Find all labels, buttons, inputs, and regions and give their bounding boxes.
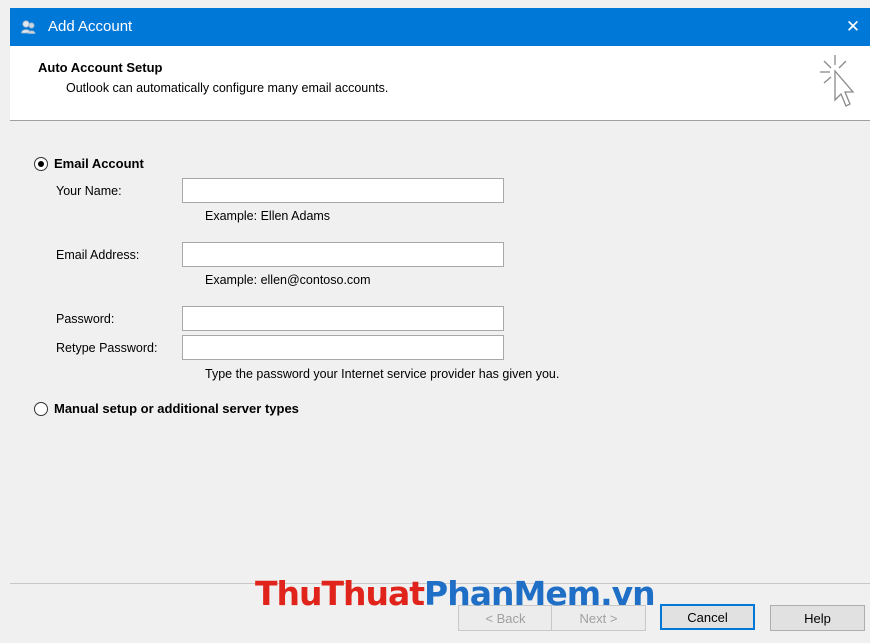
add-account-dialog: Add Account ✕ Auto Account Setup Outlook… xyxy=(0,0,870,643)
radio-selected-dot xyxy=(38,161,44,167)
auto-setup-cursor-icon xyxy=(820,55,855,107)
email-account-label[interactable]: Email Account xyxy=(54,156,144,171)
cancel-button[interactable]: Cancel xyxy=(660,604,755,630)
window-title: Add Account xyxy=(48,18,133,35)
email-address-input[interactable] xyxy=(182,242,504,267)
watermark-part2: PhanMem.vn xyxy=(424,574,656,613)
retype-password-input[interactable] xyxy=(182,335,504,360)
site-watermark: ThuThuatPhanMem.vn xyxy=(255,574,656,613)
outlook-app-icon xyxy=(21,20,36,34)
password-input[interactable] xyxy=(182,306,504,331)
your-name-input[interactable] xyxy=(182,178,504,203)
manual-setup-label[interactable]: Manual setup or additional server types xyxy=(54,401,299,416)
wizard-header: Auto Account Setup Outlook can automatic… xyxy=(10,46,870,121)
header-subtitle: Outlook can automatically configure many… xyxy=(66,81,389,95)
help-button[interactable]: Help xyxy=(770,605,865,631)
close-button[interactable]: ✕ xyxy=(836,8,870,46)
your-name-label: Your Name: xyxy=(56,184,122,198)
account-form: Email Account Your Name: Example: Ellen … xyxy=(10,121,870,583)
email-account-radio[interactable] xyxy=(34,157,48,171)
email-address-label: Email Address: xyxy=(56,248,140,262)
watermark-part1: ThuThuat xyxy=(255,574,425,613)
email-address-hint: Example: ellen@contoso.com xyxy=(205,273,371,287)
manual-setup-radio[interactable] xyxy=(34,402,48,416)
close-icon: ✕ xyxy=(845,17,861,36)
your-name-hint: Example: Ellen Adams xyxy=(205,209,331,223)
header-title: Auto Account Setup xyxy=(38,60,163,75)
password-label: Password: xyxy=(56,312,115,326)
password-hint: Type the password your Internet service … xyxy=(205,367,560,381)
title-bar: Add Account ✕ xyxy=(10,8,870,46)
retype-password-label: Retype Password: xyxy=(56,341,158,355)
